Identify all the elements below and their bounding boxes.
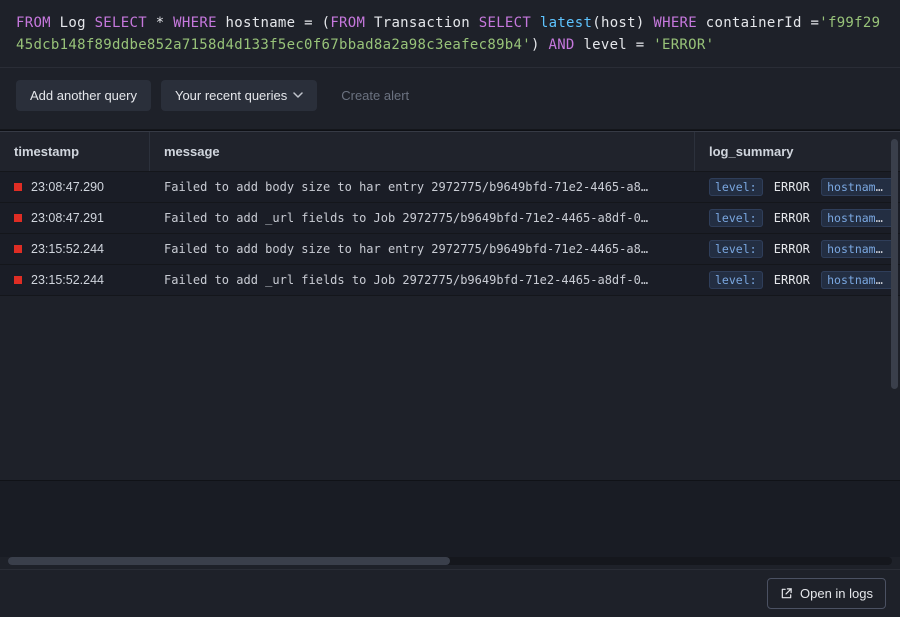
star: * xyxy=(156,15,165,31)
timestamp-value: 23:15:52.244 xyxy=(31,273,104,287)
severity-indicator-icon xyxy=(14,183,22,191)
op-eq: = xyxy=(811,15,820,31)
cell-timestamp: 23:08:47.291 xyxy=(0,205,150,231)
chevron-down-icon xyxy=(293,88,303,103)
string-level: 'ERROR' xyxy=(653,37,714,53)
field-hostname: hostname xyxy=(226,15,296,31)
recent-queries-label: Your recent queries xyxy=(175,88,287,103)
timestamp-value: 23:08:47.291 xyxy=(31,211,104,225)
timestamp-value: 23:08:47.290 xyxy=(31,180,104,194)
horizontal-scrollbar-track[interactable] xyxy=(8,557,892,565)
table-row[interactable]: 23:15:52.244 Failed to add body size to h… xyxy=(0,234,900,265)
tag-level-value: ERROR xyxy=(767,211,818,225)
cell-message: Failed to add body size to har entry 297… xyxy=(150,174,695,200)
col-message[interactable]: message xyxy=(150,132,695,171)
keyword-where: WHERE xyxy=(173,15,217,31)
table-header-row: timestamp message log_summary xyxy=(0,131,900,172)
arg-host: host xyxy=(601,15,636,31)
cell-log-summary: level: ERROR hostname: f99f2 xyxy=(695,205,900,231)
cell-log-summary: level: ERROR hostname: f99f2 xyxy=(695,236,900,262)
field-containerid: containerId xyxy=(706,15,802,31)
cell-log-summary: level: ERROR hostname: f99f2 xyxy=(695,267,900,293)
open-in-logs-button[interactable]: Open in logs xyxy=(767,578,886,609)
keyword-from: FROM xyxy=(16,15,51,31)
tag-level-key: level: xyxy=(709,178,763,196)
tag-hostname-key: hostname: xyxy=(821,178,895,196)
keyword-select: SELECT xyxy=(479,15,531,31)
keyword-from: FROM xyxy=(330,15,365,31)
open-in-logs-label: Open in logs xyxy=(800,586,873,601)
table-body: 23:08:47.290 Failed to add body size to h… xyxy=(0,172,900,296)
tag-level-value: ERROR xyxy=(767,180,818,194)
table-row[interactable]: 23:08:47.291 Failed to add _url fields to… xyxy=(0,203,900,234)
paren-open: ( xyxy=(592,15,601,31)
keyword-select: SELECT xyxy=(95,15,147,31)
cell-message: Failed to add body size to har entry 297… xyxy=(150,236,695,262)
cell-timestamp: 23:15:52.244 xyxy=(0,236,150,262)
tag-level-key: level: xyxy=(709,240,763,258)
severity-indicator-icon xyxy=(14,245,22,253)
query-toolbar: Add another query Your recent queries Cr… xyxy=(0,68,900,130)
create-alert-button[interactable]: Create alert xyxy=(327,80,423,111)
tag-level-key: level: xyxy=(709,209,763,227)
op-eq: = xyxy=(636,37,645,53)
create-alert-label: Create alert xyxy=(341,88,409,103)
table-row[interactable]: 23:08:47.290 Failed to add body size to h… xyxy=(0,172,900,203)
cell-timestamp: 23:15:52.244 xyxy=(0,267,150,293)
vertical-scrollbar[interactable] xyxy=(891,139,898,389)
keyword-where: WHERE xyxy=(653,15,697,31)
tag-hostname-key: hostname: xyxy=(821,240,895,258)
add-query-label: Add another query xyxy=(30,88,137,103)
tag-level-key: level: xyxy=(709,271,763,289)
footer-bar: Open in logs xyxy=(0,569,900,617)
table-row[interactable]: 23:15:52.244 Failed to add _url fields to… xyxy=(0,265,900,296)
timestamp-value: 23:15:52.244 xyxy=(31,242,104,256)
recent-queries-button[interactable]: Your recent queries xyxy=(161,80,317,111)
cell-log-summary: level: ERROR hostname: f99f2 xyxy=(695,174,900,200)
query-editor[interactable]: FROM Log SELECT * WHERE hostname = ( FROM… xyxy=(0,0,900,68)
cell-message: Failed to add _url fields to Job 2972775… xyxy=(150,267,695,293)
paren-close: ) xyxy=(636,15,645,31)
severity-indicator-icon xyxy=(14,214,22,222)
horizontal-scrollbar-thumb[interactable] xyxy=(8,557,450,565)
table-transaction: Transaction xyxy=(374,15,470,31)
lower-panel xyxy=(0,480,900,557)
table-log: Log xyxy=(60,15,86,31)
cell-timestamp: 23:08:47.290 xyxy=(0,174,150,200)
col-timestamp[interactable]: timestamp xyxy=(0,132,150,171)
paren-close: ) xyxy=(531,37,540,53)
tag-level-value: ERROR xyxy=(767,242,818,256)
add-query-button[interactable]: Add another query xyxy=(16,80,151,111)
col-log-summary[interactable]: log_summary xyxy=(695,132,900,171)
field-level: level xyxy=(583,37,627,53)
op-eq: = xyxy=(304,15,313,31)
cell-message: Failed to add _url fields to Job 2972775… xyxy=(150,205,695,231)
external-link-icon xyxy=(780,587,793,600)
fn-latest: latest xyxy=(540,15,592,31)
tag-hostname-key: hostname: xyxy=(821,271,895,289)
tag-level-value: ERROR xyxy=(767,273,818,287)
severity-indicator-icon xyxy=(14,276,22,284)
tag-hostname-key: hostname: xyxy=(821,209,895,227)
keyword-and: AND xyxy=(548,37,574,53)
